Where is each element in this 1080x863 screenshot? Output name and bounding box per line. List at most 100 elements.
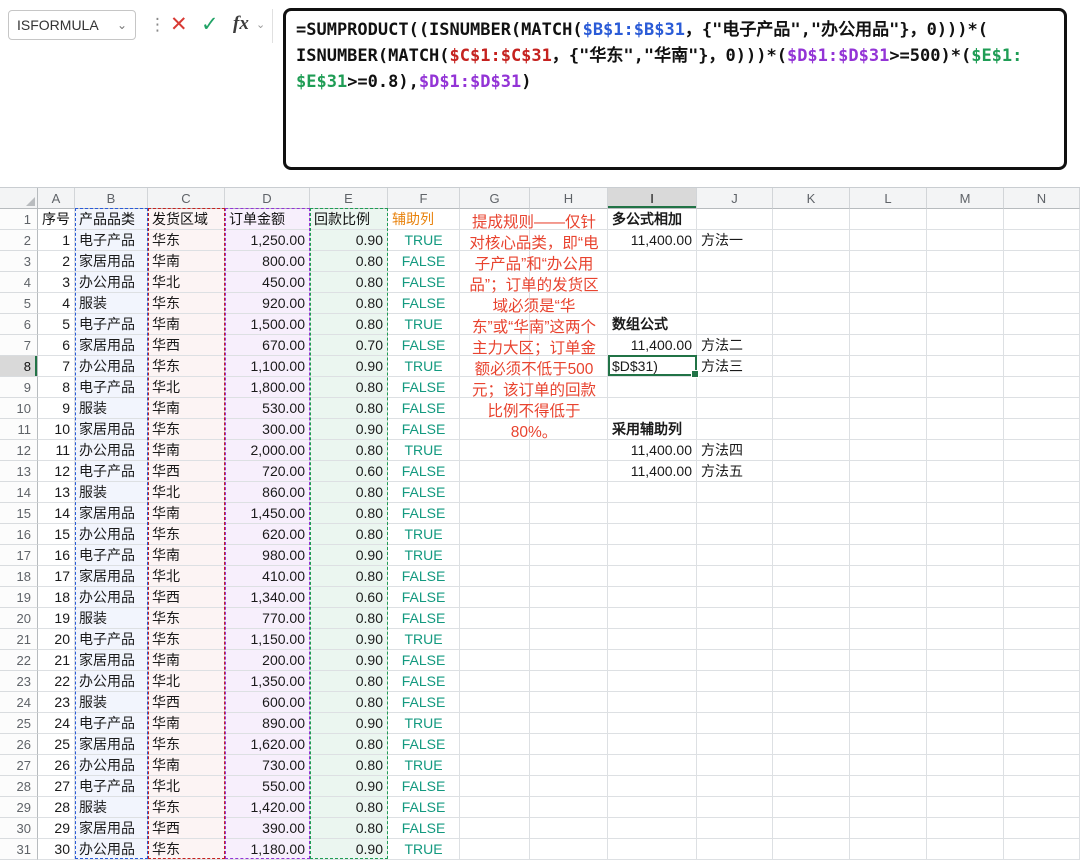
cell-G3[interactable] <box>460 251 530 272</box>
cell-D24[interactable]: 600.00 <box>225 692 310 713</box>
cell-M6[interactable] <box>927 314 1004 335</box>
cell-B3[interactable]: 家居用品 <box>75 251 148 272</box>
cell-C30[interactable]: 华西 <box>148 818 225 839</box>
row-header-24[interactable]: 24 <box>0 692 38 713</box>
cell-E13[interactable]: 0.60 <box>310 461 388 482</box>
cell-M13[interactable] <box>927 461 1004 482</box>
cell-B1[interactable]: 产品品类 <box>75 209 148 230</box>
confirm-icon[interactable]: ✓ <box>201 12 219 37</box>
cell-A9[interactable]: 8 <box>38 377 75 398</box>
cell-H19[interactable] <box>530 587 608 608</box>
cell-C15[interactable]: 华南 <box>148 503 225 524</box>
cell-N15[interactable] <box>1004 503 1080 524</box>
cell-E5[interactable]: 0.80 <box>310 293 388 314</box>
row-header-10[interactable]: 10 <box>0 398 38 419</box>
cell-B6[interactable]: 电子产品 <box>75 314 148 335</box>
cell-B26[interactable]: 家居用品 <box>75 734 148 755</box>
cell-N2[interactable] <box>1004 230 1080 251</box>
cell-C19[interactable]: 华西 <box>148 587 225 608</box>
cell-M20[interactable] <box>927 608 1004 629</box>
cell-I19[interactable] <box>608 587 697 608</box>
cell-N21[interactable] <box>1004 629 1080 650</box>
cell-L8[interactable] <box>850 356 927 377</box>
cell-E28[interactable]: 0.90 <box>310 776 388 797</box>
cell-D6[interactable]: 1,500.00 <box>225 314 310 335</box>
cell-G9[interactable] <box>460 377 530 398</box>
cell-N12[interactable] <box>1004 440 1080 461</box>
cell-I26[interactable] <box>608 734 697 755</box>
column-header-C[interactable]: C <box>148 188 225 209</box>
cell-I13[interactable]: 11,400.00 <box>608 461 697 482</box>
cell-K5[interactable] <box>773 293 850 314</box>
cell-I17[interactable] <box>608 545 697 566</box>
cell-J22[interactable] <box>697 650 773 671</box>
cell-K9[interactable] <box>773 377 850 398</box>
cell-C31[interactable]: 华东 <box>148 839 225 860</box>
select-all-corner[interactable] <box>0 188 38 209</box>
cell-L13[interactable] <box>850 461 927 482</box>
cell-I15[interactable] <box>608 503 697 524</box>
cell-H3[interactable] <box>530 251 608 272</box>
cell-K2[interactable] <box>773 230 850 251</box>
cell-N11[interactable] <box>1004 419 1080 440</box>
cell-D18[interactable]: 410.00 <box>225 566 310 587</box>
cell-L28[interactable] <box>850 776 927 797</box>
cell-H1[interactable] <box>530 209 608 230</box>
cell-M5[interactable] <box>927 293 1004 314</box>
row-header-27[interactable]: 27 <box>0 755 38 776</box>
row-header-3[interactable]: 3 <box>0 251 38 272</box>
cell-G12[interactable] <box>460 440 530 461</box>
cell-I6[interactable]: 数组公式 <box>608 314 697 335</box>
cell-L19[interactable] <box>850 587 927 608</box>
cell-E21[interactable]: 0.90 <box>310 629 388 650</box>
cell-H14[interactable] <box>530 482 608 503</box>
cell-C25[interactable]: 华南 <box>148 713 225 734</box>
cell-A12[interactable]: 11 <box>38 440 75 461</box>
cell-A27[interactable]: 26 <box>38 755 75 776</box>
cell-D14[interactable]: 860.00 <box>225 482 310 503</box>
cell-L30[interactable] <box>850 818 927 839</box>
cell-E25[interactable]: 0.90 <box>310 713 388 734</box>
cell-F19[interactable]: FALSE <box>388 587 460 608</box>
cell-E14[interactable]: 0.80 <box>310 482 388 503</box>
cell-D23[interactable]: 1,350.00 <box>225 671 310 692</box>
cell-J11[interactable] <box>697 419 773 440</box>
cell-H22[interactable] <box>530 650 608 671</box>
cell-G26[interactable] <box>460 734 530 755</box>
cell-A7[interactable]: 6 <box>38 335 75 356</box>
row-header-21[interactable]: 21 <box>0 629 38 650</box>
column-header-A[interactable]: A <box>38 188 75 209</box>
cell-I23[interactable] <box>608 671 697 692</box>
cell-G11[interactable] <box>460 419 530 440</box>
cell-D17[interactable]: 980.00 <box>225 545 310 566</box>
column-header-B[interactable]: B <box>75 188 148 209</box>
row-header-8[interactable]: 8 <box>0 356 38 377</box>
cell-H25[interactable] <box>530 713 608 734</box>
cell-I18[interactable] <box>608 566 697 587</box>
cell-F21[interactable]: TRUE <box>388 629 460 650</box>
cell-E11[interactable]: 0.90 <box>310 419 388 440</box>
cell-L15[interactable] <box>850 503 927 524</box>
row-header-9[interactable]: 9 <box>0 377 38 398</box>
cell-I24[interactable] <box>608 692 697 713</box>
cell-B14[interactable]: 服装 <box>75 482 148 503</box>
cell-I21[interactable] <box>608 629 697 650</box>
cell-E17[interactable]: 0.90 <box>310 545 388 566</box>
cell-H12[interactable] <box>530 440 608 461</box>
cell-A5[interactable]: 4 <box>38 293 75 314</box>
cell-C24[interactable]: 华西 <box>148 692 225 713</box>
cell-G15[interactable] <box>460 503 530 524</box>
cell-M17[interactable] <box>927 545 1004 566</box>
cell-C5[interactable]: 华东 <box>148 293 225 314</box>
cell-B18[interactable]: 家居用品 <box>75 566 148 587</box>
cell-C27[interactable]: 华南 <box>148 755 225 776</box>
row-header-11[interactable]: 11 <box>0 419 38 440</box>
cell-E8[interactable]: 0.90 <box>310 356 388 377</box>
cell-H27[interactable] <box>530 755 608 776</box>
cell-N22[interactable] <box>1004 650 1080 671</box>
cell-N14[interactable] <box>1004 482 1080 503</box>
cell-J28[interactable] <box>697 776 773 797</box>
cell-N26[interactable] <box>1004 734 1080 755</box>
cell-E6[interactable]: 0.80 <box>310 314 388 335</box>
cell-L31[interactable] <box>850 839 927 860</box>
